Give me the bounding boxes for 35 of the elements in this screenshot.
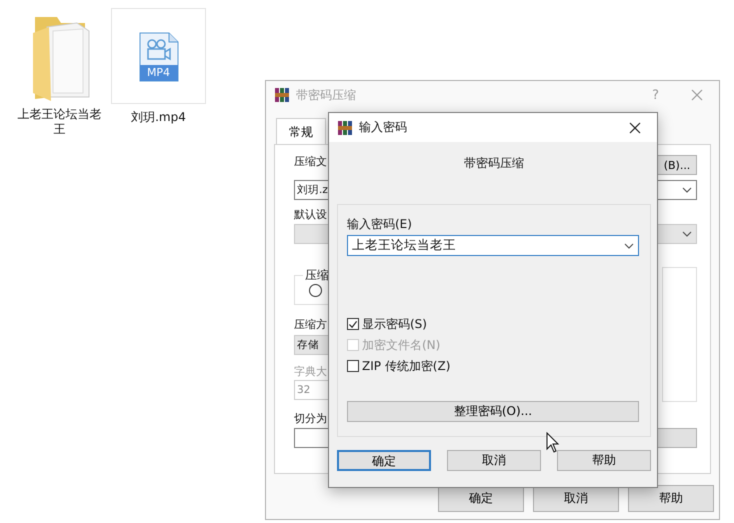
dialog-heading: 带密码压缩 (464, 156, 524, 170)
dialog-title: 输入密码 (359, 119, 407, 136)
dialog-button[interactable]: 确定 (337, 450, 431, 471)
mouse-pointer-icon (546, 432, 560, 454)
field-label: 压缩文 (294, 155, 327, 169)
file-type-label: MP4 (146, 66, 172, 79)
window-title: 带密码压缩 (296, 86, 356, 104)
checkbox-label: 显示密码(S) (362, 316, 427, 332)
dialog-button[interactable]: 帮助 (557, 450, 651, 471)
archive-app-icon (337, 120, 353, 136)
folder-item[interactable]: 上老王论坛当老王 (12, 8, 107, 138)
field-label: 压缩方 (294, 318, 327, 332)
radio-button[interactable] (309, 284, 322, 297)
browse-button[interactable]: (B)... (657, 155, 697, 175)
dialog-button[interactable]: 帮助 (628, 485, 714, 512)
password-combo[interactable]: 上老王论坛当老王 (347, 235, 639, 256)
chevron-down-icon (624, 242, 634, 248)
checkbox[interactable] (347, 360, 359, 372)
field-label: 切分为 (294, 412, 327, 426)
checkbox[interactable] (347, 318, 359, 330)
password-label: 输入密码(E) (347, 217, 413, 231)
archive-app-icon (274, 87, 290, 103)
tab[interactable]: 常规 (276, 118, 326, 145)
chevron-down-icon (682, 187, 692, 193)
chevron-down-icon (682, 231, 692, 237)
field-label: 默认设 (294, 208, 327, 222)
field-label: 字典大 (294, 365, 327, 379)
close-icon[interactable] (629, 122, 641, 134)
file-name: 刘玥.mp4 (130, 110, 187, 125)
video-file-icon (138, 32, 178, 82)
file-name: 上老王论坛当老王 (16, 107, 102, 137)
checkbox-label: ZIP 传统加密(Z) (362, 358, 450, 374)
dialog-button[interactable]: 取消 (447, 450, 541, 471)
checkbox-label: 加密文件名(N) (362, 336, 440, 354)
organize-passwords-button[interactable]: 整理密码(O)... (347, 401, 639, 422)
